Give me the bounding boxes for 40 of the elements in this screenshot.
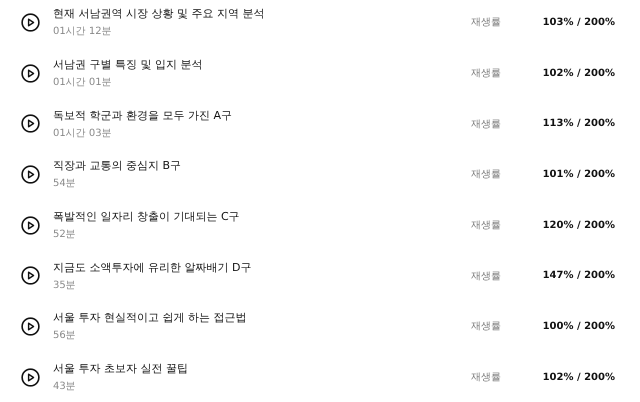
rate-label: 재생률	[471, 270, 502, 283]
lesson-title[interactable]: 직장과 교통의 중심지 B구	[53, 158, 471, 174]
play-icon[interactable]	[21, 266, 40, 286]
lesson-title[interactable]: 독보적 학군과 환경을 모두 가진 A구	[53, 108, 471, 123]
playback-rate: 102% / 200%	[542, 372, 615, 383]
lesson-duration: 01시간 03분	[53, 126, 113, 140]
playback-rate: 113% / 200%	[542, 118, 615, 130]
play-icon[interactable]	[21, 368, 40, 387]
playback-rate: 101% / 200%	[542, 168, 615, 180]
play-icon[interactable]	[21, 164, 40, 184]
rate-label: 재생률	[471, 67, 502, 80]
lesson-duration: 43분	[53, 380, 77, 394]
lesson-title[interactable]: 현재 서남권역 시장 상황 및 주요 지역 분석	[53, 6, 471, 22]
playback-rate: 103% / 200%	[542, 16, 615, 28]
rate-label: 재생률	[471, 219, 502, 232]
rate-label: 재생률	[471, 16, 502, 30]
play-icon[interactable]	[21, 216, 40, 235]
lesson-title[interactable]: 서울 투자 현실적이고 쉽게 하는 접근법	[53, 310, 471, 326]
playback-rate: 147% / 200%	[542, 270, 615, 282]
lesson-duration: 54분	[53, 177, 77, 190]
playback-rate: 102% / 200%	[542, 68, 615, 79]
rate-label: 재생률	[471, 118, 502, 131]
play-icon[interactable]	[21, 12, 40, 32]
lesson-duration: 56분	[53, 329, 77, 342]
lesson-title[interactable]: 폭발적인 일자리 창출이 기대되는 C구	[53, 209, 471, 224]
lesson-duration: 52분	[53, 228, 77, 242]
lesson-title[interactable]: 지금도 소액투자에 유리한 알짜배기 D구	[53, 260, 471, 275]
playback-rate: 100% / 200%	[542, 320, 615, 332]
lesson-duration: 35분	[53, 278, 77, 292]
lesson-title[interactable]: 서울 투자 초보자 실전 꿀팁	[53, 361, 471, 376]
rate-label: 재생률	[471, 371, 502, 384]
playback-rate: 120% / 200%	[542, 220, 615, 231]
play-icon[interactable]	[21, 64, 40, 83]
play-icon[interactable]	[21, 316, 40, 336]
lesson-title[interactable]: 서남권 구별 특징 및 입지 분석	[53, 57, 471, 72]
lesson-duration: 01시간 01분	[53, 76, 113, 90]
rate-label: 재생률	[471, 168, 502, 182]
rate-label: 재생률	[471, 320, 502, 334]
play-icon[interactable]	[21, 114, 40, 134]
lesson-duration: 01시간 12분	[53, 25, 113, 38]
